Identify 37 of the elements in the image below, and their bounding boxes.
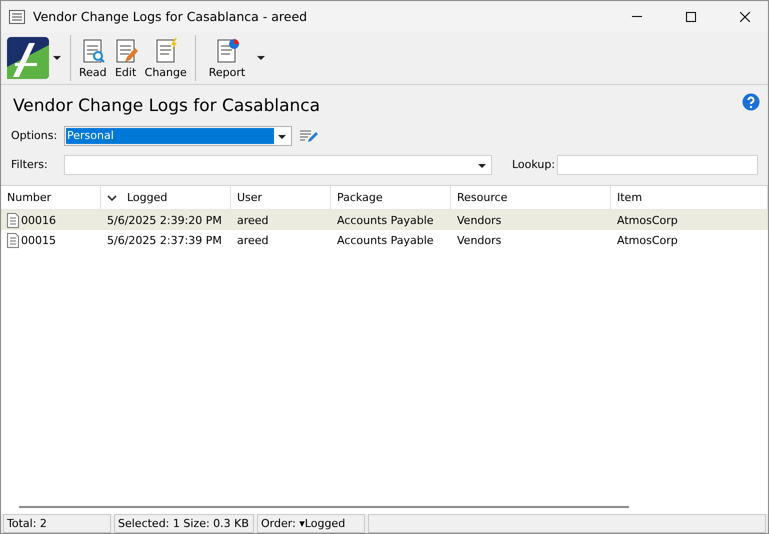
table-cell: Vendors (451, 210, 611, 230)
table-cell: areed (231, 210, 331, 230)
lookup-field[interactable] (557, 154, 758, 174)
toolbar-button[interactable]: Change (142, 38, 190, 78)
list-window-icon (9, 10, 25, 24)
status-pane: Selected: 1 Size: 0.3 KB (114, 514, 254, 533)
column-title: Logged (127, 191, 168, 204)
record-number: 00015 (21, 234, 56, 246)
toolbar-button[interactable]: Read (76, 38, 110, 78)
minimize-icon (632, 16, 642, 17)
options-dropdown[interactable]: Personal (64, 126, 292, 146)
table-cell: 5/6/2025 2:39:20 PM (101, 210, 231, 230)
caret-icon (478, 164, 486, 168)
caret-icon (53, 56, 61, 60)
caret-icon (257, 56, 266, 60)
maximize-icon (686, 12, 696, 22)
table-cell: AtmosCorp (611, 210, 768, 230)
window-title: Vendor Change Logs for Casablanca - areed (33, 9, 308, 24)
table-cell: Accounts Payable (331, 210, 451, 230)
help-icon[interactable] (742, 93, 760, 111)
lookup-label: Lookup: (512, 158, 556, 171)
options-label: Options: (11, 129, 58, 142)
toolbar-button[interactable]: Edit (110, 38, 142, 78)
sort-chevron-icon (107, 194, 117, 200)
caret-icon (278, 135, 286, 139)
record-number: 00016 (21, 214, 56, 226)
page-heading: Vendor Change Logs for Casablanca (13, 96, 320, 118)
close-icon (740, 12, 750, 22)
filters-label: Filters: (11, 158, 49, 171)
scrollbar-thumb[interactable] (19, 506, 629, 508)
status-pane: Total: 2 (3, 514, 111, 533)
document-icon (7, 212, 19, 228)
edit-list-icon[interactable] (300, 128, 318, 142)
document-icon (7, 232, 19, 248)
app-logo-icon[interactable] (7, 37, 49, 79)
status-pane: Order: ▾Logged (257, 514, 365, 533)
toolbar-button[interactable]: Report (200, 38, 254, 78)
